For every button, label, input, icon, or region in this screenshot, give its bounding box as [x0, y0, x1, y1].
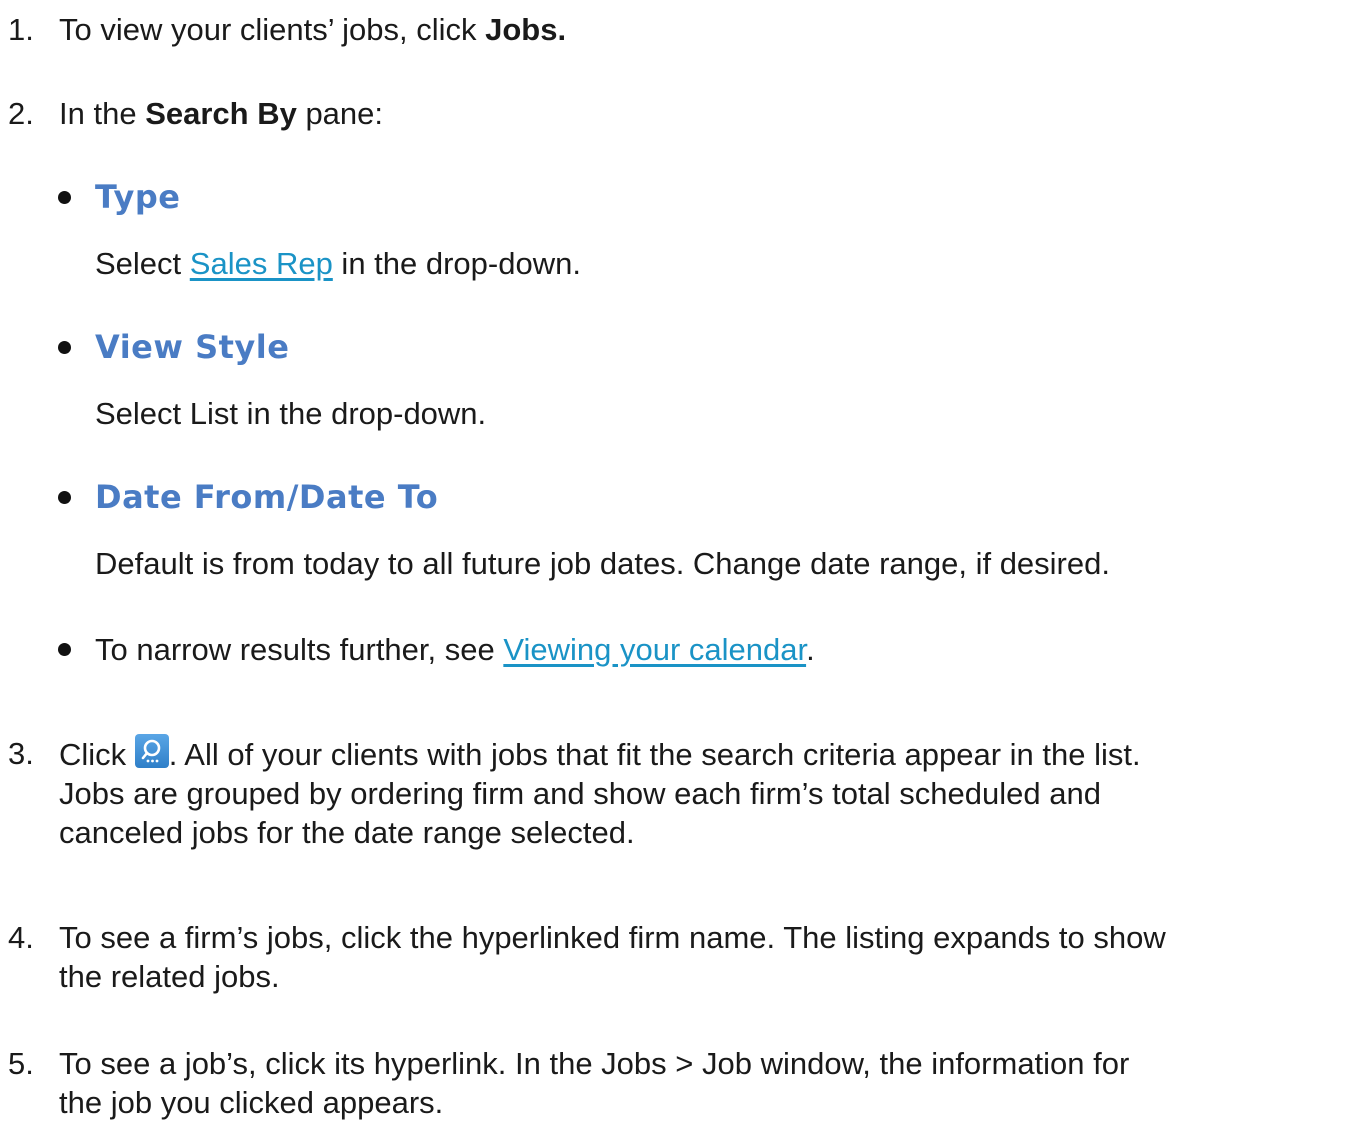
bullet-description: Select List in the drop-down.: [95, 396, 487, 431]
bullet-heading: View Style: [95, 328, 290, 366]
step-number: 4.: [8, 920, 34, 955]
step-text-prefix: In the: [59, 96, 146, 131]
desc-prefix: Select: [95, 246, 190, 281]
bullet-date-range: Date From/Date To Default is from today …: [58, 478, 1348, 588]
sales-rep-link[interactable]: Sales Rep: [190, 246, 333, 281]
step-line: the related jobs.: [59, 959, 280, 994]
text-prefix: To narrow results further, see: [95, 632, 504, 667]
step-text: Click . All of your clients with jobs th…: [59, 734, 1349, 852]
step-number: 3.: [8, 736, 34, 771]
bullet-heading: Type: [95, 178, 181, 216]
step-number: 5.: [8, 1046, 34, 1081]
bullet-dot: [58, 191, 71, 204]
text-suffix: .: [806, 632, 815, 667]
step-text: To see a firm’s jobs, click the hyperlin…: [59, 918, 1349, 996]
ui-term-jobs: Jobs.: [485, 12, 567, 47]
bullet-heading: Date From/Date To: [95, 478, 439, 516]
bullet-dot: [58, 341, 71, 354]
step-text: To view your clients’ jobs, click Jobs.: [59, 10, 1349, 49]
step-text: In the Search By pane:: [59, 94, 1349, 133]
bullet-description: Default is from today to all future job …: [95, 546, 1110, 581]
bullet-text: To narrow results further, see Viewing y…: [95, 630, 815, 669]
step-text-prefix: To view your clients’ jobs, click: [59, 12, 486, 47]
bullet-narrow-results: To narrow results further, see Viewing y…: [58, 630, 1348, 670]
step-line: the job you clicked appears.: [59, 1085, 444, 1120]
step-line: Click . All of your clients with jobs th…: [59, 734, 1349, 774]
bullet-description: Select Sales Rep in the drop-down.: [95, 244, 581, 283]
search-icon[interactable]: [134, 734, 169, 768]
step-line: To see a firm’s jobs, click the hyperlin…: [59, 920, 1166, 955]
help-document: 1. To view your clients’ jobs, click Job…: [0, 0, 1360, 1138]
step-text-suffix: pane:: [296, 96, 384, 131]
step-number: 2.: [8, 96, 34, 131]
step-line: To see a job’s, click its hyperlink. In …: [59, 1046, 1130, 1081]
bullet-type: Type Select Sales Rep in the drop-down.: [58, 178, 1348, 288]
bullet-dot: [58, 491, 71, 504]
bullet-view-style: View Style Select List in the drop-down.: [58, 328, 1348, 438]
step-number: 1.: [8, 12, 34, 47]
step-text-rest: . All of your clients with jobs that fit…: [168, 737, 1141, 772]
ui-term-search-by: Search By: [145, 96, 297, 131]
bullet-dot: [58, 643, 71, 656]
step-line: Jobs are grouped by ordering firm and sh…: [59, 776, 1101, 811]
step-text: To see a job’s, click its hyperlink. In …: [59, 1044, 1349, 1122]
step-text-prefix: Click: [59, 737, 135, 772]
viewing-calendar-link[interactable]: Viewing your calendar: [503, 632, 806, 667]
step-line: canceled jobs for the date range selecte…: [59, 815, 635, 850]
desc-suffix: in the drop-down.: [332, 246, 581, 281]
